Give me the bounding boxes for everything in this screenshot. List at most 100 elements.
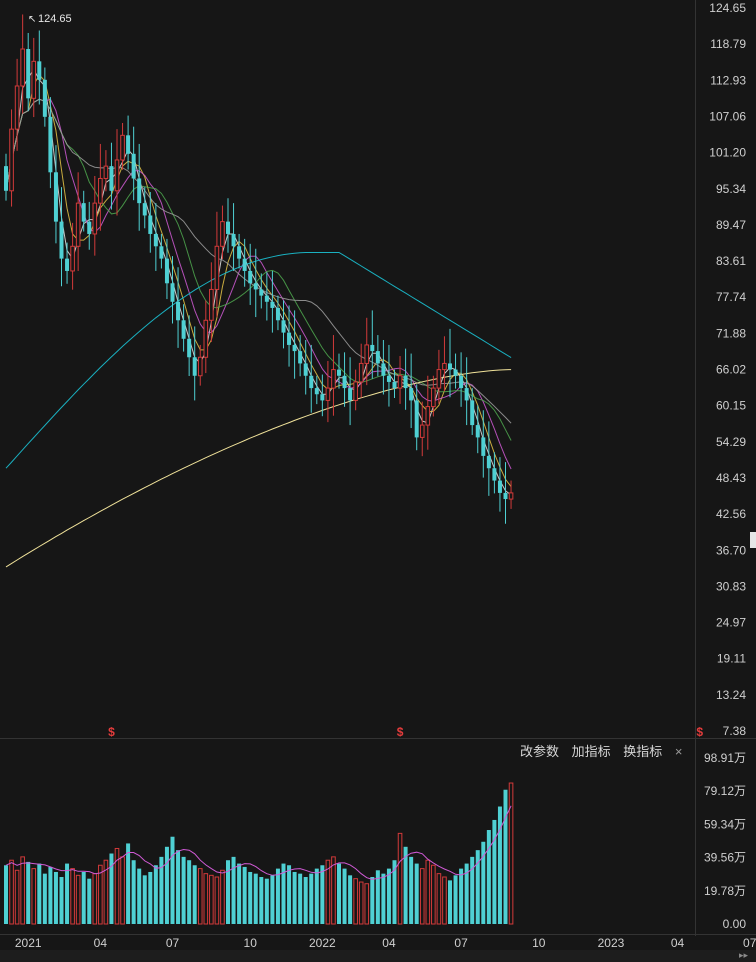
volume-tick-label: 98.91万 bbox=[704, 751, 746, 765]
candle bbox=[237, 233, 242, 269]
candle bbox=[459, 352, 464, 407]
volume-bar bbox=[448, 880, 452, 924]
volume-bar bbox=[309, 873, 314, 924]
panel-expand-icon[interactable] bbox=[750, 532, 756, 548]
dividend-marker[interactable]: $ bbox=[397, 725, 404, 739]
candle bbox=[203, 300, 209, 374]
price-tick-label: 83.61 bbox=[716, 254, 746, 268]
switch-indicator-button[interactable]: 换指标 bbox=[623, 744, 662, 759]
volume-bar bbox=[381, 873, 386, 924]
modify-params-button[interactable]: 改参数 bbox=[520, 744, 559, 759]
volume-bar bbox=[442, 876, 447, 925]
scroll-strip[interactable] bbox=[0, 950, 756, 962]
candle bbox=[475, 405, 480, 454]
volume-bar bbox=[292, 871, 297, 924]
volume-bar bbox=[248, 871, 253, 924]
volume-bar bbox=[9, 859, 14, 925]
volume-bar bbox=[181, 856, 186, 924]
volume-bar bbox=[270, 875, 275, 924]
candle bbox=[214, 211, 220, 318]
volume-bar bbox=[209, 874, 214, 925]
fast-forward-icon[interactable]: ▸▸ bbox=[739, 950, 748, 961]
candle bbox=[497, 457, 502, 512]
candle bbox=[481, 410, 486, 478]
candle bbox=[26, 32, 31, 112]
volume-bar bbox=[98, 864, 103, 925]
volume-bar bbox=[287, 865, 292, 924]
volume-bar bbox=[492, 819, 497, 924]
volume-bar bbox=[92, 873, 98, 925]
candle bbox=[353, 369, 358, 411]
candle bbox=[325, 360, 331, 423]
candle bbox=[4, 153, 8, 201]
volume-bar bbox=[459, 868, 464, 924]
candle bbox=[281, 300, 286, 349]
dividend-marker[interactable]: $ bbox=[108, 725, 115, 739]
volume-bar bbox=[192, 865, 197, 924]
price-tick-label: 77.74 bbox=[716, 290, 746, 304]
price-tick-label: 48.43 bbox=[716, 471, 746, 485]
volume-bar bbox=[31, 868, 37, 925]
volume-bar bbox=[314, 868, 319, 924]
x-tick-label: 10 bbox=[532, 936, 546, 950]
volume-tick-label: 39.56万 bbox=[704, 851, 746, 865]
candle bbox=[114, 129, 120, 216]
volume-bar bbox=[370, 877, 375, 924]
candle bbox=[464, 357, 469, 426]
price-tick-label: 71.88 bbox=[716, 326, 746, 340]
volume-bar bbox=[126, 843, 131, 924]
volume-bar bbox=[253, 873, 258, 924]
price-tick-label: 7.38 bbox=[723, 724, 747, 738]
volume-bar bbox=[48, 866, 53, 924]
x-tick-label: 10 bbox=[244, 936, 258, 950]
candle bbox=[197, 344, 203, 386]
volume-bar bbox=[486, 830, 491, 924]
candle bbox=[287, 305, 292, 367]
candle bbox=[409, 353, 414, 429]
add-indicator-button[interactable]: 加指标 bbox=[572, 744, 611, 759]
price-tick-label: 24.97 bbox=[716, 616, 746, 630]
candle bbox=[14, 58, 20, 151]
volume-bar bbox=[348, 875, 353, 924]
candle bbox=[120, 122, 125, 170]
volume-bar bbox=[275, 868, 280, 924]
volume-bar bbox=[20, 856, 25, 925]
close-icon[interactable]: × bbox=[675, 744, 683, 759]
volume-tick-label: 19.78万 bbox=[704, 884, 746, 898]
volume-bar bbox=[59, 877, 64, 924]
price-tick-label: 124.65 bbox=[709, 1, 746, 15]
volume-bar bbox=[403, 846, 408, 924]
x-tick-label: 2022 bbox=[309, 936, 336, 950]
volume-bar bbox=[203, 873, 209, 925]
volume-bar bbox=[320, 865, 325, 924]
volume-bar bbox=[303, 877, 308, 924]
volume-bar bbox=[70, 868, 75, 925]
price-tick-label: 118.79 bbox=[710, 37, 746, 51]
volume-bar bbox=[431, 864, 436, 925]
volume-tick-label: 0.00 bbox=[723, 917, 747, 931]
x-tick-label: 07 bbox=[743, 936, 756, 950]
candle bbox=[303, 339, 308, 395]
volume-bar bbox=[81, 871, 86, 924]
x-tick-label: 04 bbox=[382, 936, 396, 950]
dividend-marker[interactable]: $ bbox=[696, 725, 703, 739]
candle bbox=[337, 353, 341, 389]
stock-chart[interactable]: 124.65 118.79 112.93 107.06 101.20 95.34 89.47… bbox=[0, 0, 756, 962]
volume-bar bbox=[337, 863, 341, 924]
candle bbox=[220, 205, 225, 260]
candle bbox=[264, 272, 269, 321]
x-tick-label: 2021 bbox=[15, 936, 42, 950]
ma20-line bbox=[5, 98, 512, 470]
candle bbox=[81, 190, 86, 232]
candle bbox=[375, 335, 380, 377]
volume-bar bbox=[214, 876, 220, 925]
volume-bar bbox=[87, 878, 92, 924]
price-tick-label: 89.47 bbox=[716, 218, 746, 232]
volume-bar bbox=[220, 869, 225, 925]
candle bbox=[331, 335, 336, 416]
volume-bar bbox=[242, 866, 247, 924]
price-tick-label: 36.70 bbox=[716, 543, 746, 557]
volume-bar bbox=[131, 860, 136, 924]
candle bbox=[419, 401, 425, 457]
volume-bar bbox=[425, 859, 431, 925]
